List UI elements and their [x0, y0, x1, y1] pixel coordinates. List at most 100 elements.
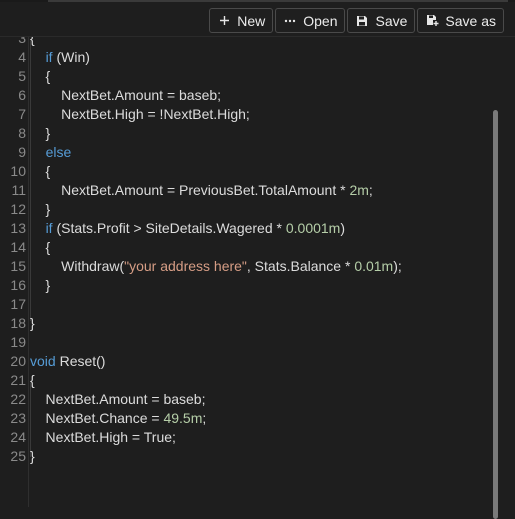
line-code: }	[30, 200, 51, 219]
line-code: if (Win)	[30, 48, 90, 67]
code-token: }	[30, 277, 51, 293]
code-token: 0.01m	[354, 258, 394, 274]
code-token: }	[30, 448, 35, 464]
plus-icon	[217, 15, 231, 26]
editor-toolbar: New Open Save Save as	[209, 8, 504, 33]
line-code: }	[30, 276, 51, 295]
save-button-label: Save	[375, 12, 408, 29]
code-token: NextBet.High = !NextBet.High;	[30, 106, 250, 122]
line-number: 10	[10, 163, 26, 179]
code-token: if	[45, 220, 53, 236]
line-code: NextBet.Amount = PreviousBet.TotalAmount…	[30, 181, 373, 200]
code-token: {	[30, 372, 35, 388]
code-token: NextBet.Chance =	[30, 410, 164, 426]
code-token: (Stats.Profit > SiteDetails.Wagered *	[52, 220, 286, 236]
code-line[interactable]: 9 else	[0, 143, 490, 162]
code-token: NextBet.Amount = baseb;	[30, 391, 206, 407]
code-token: }	[30, 125, 51, 141]
line-number: 21	[10, 372, 26, 388]
line-code: {	[30, 162, 51, 181]
code-line[interactable]: 21{	[0, 371, 490, 390]
code-line[interactable]: 15 Withdraw("your address here", Stats.B…	[0, 257, 490, 276]
code-token: {	[30, 68, 51, 84]
line-number: 22	[10, 391, 26, 407]
code-editor[interactable]: 3{4 if (Win) 5 {6 NextBet.Amount = baseb;…	[0, 36, 515, 519]
code-line[interactable]: 14 {	[0, 238, 490, 257]
code-token: Withdraw(	[30, 258, 125, 274]
line-code: {	[30, 238, 51, 257]
code-lines[interactable]: 3{4 if (Win) 5 {6 NextBet.Amount = baseb;…	[0, 37, 490, 507]
code-token: 2m	[349, 182, 369, 198]
line-code: }	[30, 314, 35, 333]
line-number: 18	[10, 315, 26, 331]
code-line[interactable]: 22 NextBet.Amount = baseb;	[0, 390, 490, 409]
code-token: NextBet.Amount = PreviousBet.TotalAmount…	[30, 182, 350, 198]
save-as-icon	[425, 14, 439, 27]
line-code: NextBet.Chance = 49.5m;	[30, 409, 207, 428]
line-number: 15	[10, 258, 26, 274]
code-line[interactable]: 4 if (Win)	[0, 48, 490, 67]
code-line[interactable]: 12 }	[0, 200, 490, 219]
code-token: {	[30, 37, 35, 46]
line-code: {	[30, 371, 35, 390]
line-number: 4	[18, 49, 26, 65]
code-token: ;	[202, 410, 207, 426]
code-token: if	[45, 49, 53, 65]
line-code: if (Stats.Profit > SiteDetails.Wagered *…	[30, 219, 345, 238]
line-code: NextBet.High = True;	[30, 428, 176, 447]
code-token: 0.0001m	[285, 220, 341, 236]
save-button[interactable]: Save	[347, 8, 416, 33]
code-line[interactable]: 8 }	[0, 124, 490, 143]
code-line[interactable]: 10 {	[0, 162, 490, 181]
save-as-button-label: Save as	[445, 12, 496, 29]
vertical-scrollbar[interactable]	[493, 110, 498, 519]
code-line[interactable]: 20 void Reset()	[0, 352, 490, 371]
new-button[interactable]: New	[209, 8, 274, 33]
code-line[interactable]: 11 NextBet.Amount = PreviousBet.TotalAmo…	[0, 181, 490, 200]
code-token: {	[30, 163, 51, 179]
code-token: );	[393, 258, 402, 274]
code-line[interactable]: 18}	[0, 314, 490, 333]
code-line[interactable]: 24 NextBet.High = True;	[0, 428, 490, 447]
code-token: Reset()	[55, 353, 106, 369]
code-line[interactable]: 5 {	[0, 67, 490, 86]
line-number: 20	[10, 353, 26, 369]
line-number: 12	[10, 201, 26, 217]
top-panel-border	[48, 0, 508, 2]
line-number: 9	[18, 144, 26, 160]
code-line[interactable]: 7 NextBet.High = !NextBet.High;	[0, 105, 490, 124]
open-button-label: Open	[303, 12, 338, 29]
line-number: 6	[18, 87, 26, 103]
top-panel-edge	[0, 0, 515, 2]
line-number: 24	[10, 429, 26, 445]
line-code: NextBet.Amount = baseb;	[30, 86, 221, 105]
new-button-label: New	[237, 12, 266, 29]
line-number: 7	[18, 106, 26, 122]
code-token: NextBet.Amount = baseb;	[30, 87, 222, 103]
code-line[interactable]: 25}	[0, 447, 490, 466]
code-line[interactable]: 17	[0, 295, 490, 314]
code-line[interactable]: 19	[0, 333, 490, 352]
ellipsis-icon	[283, 19, 297, 23]
open-button[interactable]: Open	[275, 8, 346, 33]
code-line[interactable]: 13 if (Stats.Profit > SiteDetails.Wagere…	[0, 219, 490, 238]
line-number: 25	[10, 448, 26, 464]
code-line[interactable]: 6 NextBet.Amount = baseb;	[0, 86, 490, 105]
line-number: 8	[18, 125, 26, 141]
code-token: (Win)	[52, 49, 90, 65]
save-as-button[interactable]: Save as	[417, 8, 504, 33]
line-code: NextBet.High = !NextBet.High;	[30, 105, 250, 124]
code-line[interactable]: 23 NextBet.Chance = 49.5m;	[0, 409, 490, 428]
line-number: 13	[10, 220, 26, 236]
line-code: NextBet.Amount = baseb;	[30, 390, 206, 409]
code-token: )	[340, 220, 346, 236]
line-code: else	[30, 143, 72, 162]
line-number: 14	[10, 239, 26, 255]
code-token: else	[45, 144, 72, 160]
code-token: 49.5m	[163, 410, 203, 426]
code-line[interactable]: 16 }	[0, 276, 490, 295]
code-line[interactable]: 3{	[0, 37, 490, 48]
